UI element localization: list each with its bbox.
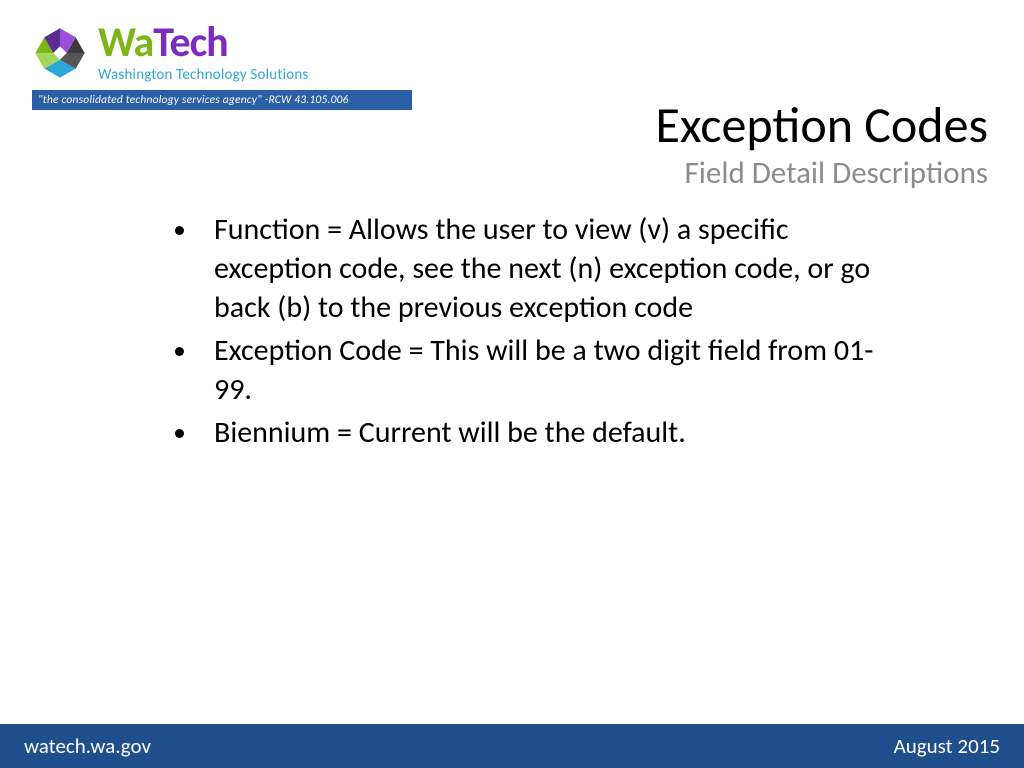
- hexagon-logo-icon: [32, 25, 88, 81]
- list-item: Function = Allows the user to view (v) a…: [200, 210, 910, 327]
- footer-date: August 2015: [894, 733, 1000, 759]
- brand-subtitle: Washington Technology Solutions: [98, 66, 308, 84]
- title-block: Exception Codes Field Detail Description…: [655, 95, 988, 192]
- logo-row: WaTech Washington Technology Solutions: [32, 22, 412, 84]
- slide-subtitle: Field Detail Descriptions: [655, 154, 988, 192]
- brand-name: WaTech: [98, 22, 308, 64]
- slide: WaTech Washington Technology Solutions "…: [0, 0, 1024, 768]
- logo-block: WaTech Washington Technology Solutions "…: [32, 22, 412, 110]
- list-item: Biennium = Current will be the default.: [200, 413, 910, 452]
- footer-bar: watech.wa.gov August 2015: [0, 724, 1024, 768]
- body-content: Function = Allows the user to view (v) a…: [170, 210, 910, 456]
- slide-title: Exception Codes: [655, 95, 988, 156]
- bullet-list: Function = Allows the user to view (v) a…: [170, 210, 910, 452]
- brand-tech: Tech: [153, 17, 227, 68]
- footer-url: watech.wa.gov: [24, 733, 151, 759]
- brand-wa: Wa: [98, 17, 153, 68]
- tagline-bar: "the consolidated technology services ag…: [32, 90, 412, 110]
- brand-text: WaTech Washington Technology Solutions: [98, 22, 308, 84]
- list-item: Exception Code = This will be a two digi…: [200, 331, 910, 409]
